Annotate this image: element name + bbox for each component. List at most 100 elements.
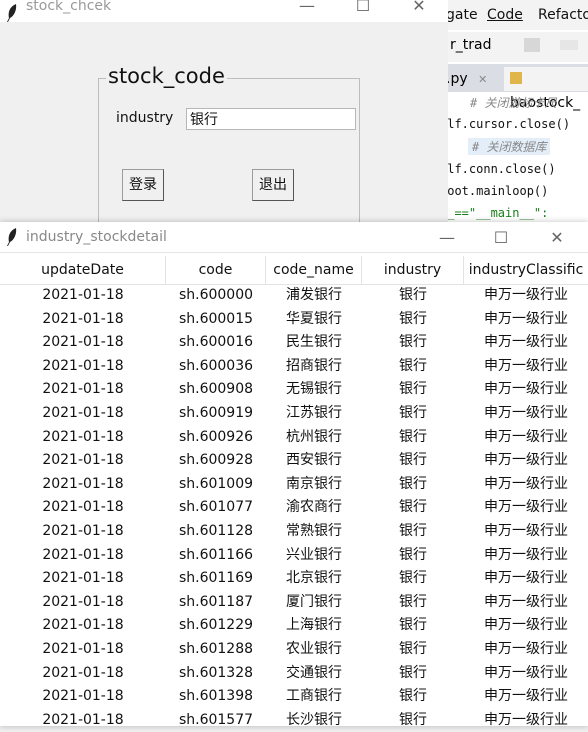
table-cell: 招商银行 [286, 357, 342, 374]
table-cell: 厦门银行 [286, 593, 342, 610]
table-cell: 申万一级行业 [484, 287, 568, 303]
table-cell: 银行 [399, 357, 427, 374]
table-cell: 2021-01-18 [42, 405, 124, 421]
ide-tabs: .py ✕ baostock_ [440, 64, 588, 111]
table-cell: sh.601328 [178, 664, 254, 681]
column-header-industry[interactable]: industry [362, 256, 464, 284]
table-row[interactable]: 2021-01-18 sh.600919 江苏银行 银行 申万一级行业 [0, 402, 588, 426]
table-cell: 申万一级行业 [484, 334, 568, 351]
minimize-button[interactable]: — [436, 228, 458, 247]
table-cell: sh.601077 [178, 499, 254, 516]
tab-py-file[interactable]: .py ✕ [446, 67, 487, 91]
table-cell: 申万一级行业 [484, 617, 568, 634]
table-cell: 2021-01-18 [42, 452, 124, 469]
table-cell: 2021-01-18 [42, 664, 124, 681]
table-cell: 银行 [399, 334, 427, 351]
table-row[interactable]: 2021-01-18 sh.600015 华夏银行 银行 申万一级行业 [0, 308, 588, 332]
table-row[interactable]: 2021-01-18 sh.600928 西安银行 银行 申万一级行业 [0, 449, 588, 473]
table-cell: 银行 [399, 617, 427, 634]
table-cell: 申万一级行业 [484, 475, 568, 492]
table-cell: 2021-01-18 [42, 499, 124, 516]
code-line: __=="__main__": [440, 206, 549, 220]
ide-toolbar: r_trad [440, 32, 588, 62]
toolbar-icon[interactable] [560, 40, 578, 50]
stock-code-group [98, 78, 360, 229]
table-row[interactable]: 2021-01-18 sh.601009 南京银行 银行 申万一级行业 [0, 473, 588, 497]
close-button[interactable]: ✕ [546, 228, 568, 247]
table-cell: 常熟银行 [286, 523, 342, 539]
table-cell: sh.600926 [178, 428, 254, 445]
industry-input[interactable] [186, 108, 356, 130]
column-header-updatedate[interactable]: updateDate [0, 256, 166, 284]
table-cell: 2021-01-18 [42, 381, 124, 398]
table-cell: 2021-01-18 [42, 570, 124, 587]
table-row[interactable]: 2021-01-18 sh.601229 上海银行 银行 申万一级行业 [0, 614, 588, 638]
table-row[interactable]: 2021-01-18 sh.600036 招商银行 银行 申万一级行业 [0, 355, 588, 379]
table-cell: 银行 [399, 711, 427, 728]
table-cell: 渝农商行 [286, 499, 342, 516]
table-cell: 申万一级行业 [484, 405, 568, 421]
table-cell: sh.601166 [178, 546, 254, 563]
table-cell: 银行 [399, 428, 427, 445]
table-row[interactable]: 2021-01-18 sh.600016 民生银行 银行 申万一级行业 [0, 331, 588, 355]
table-cell: 2021-01-18 [42, 475, 124, 492]
ide-menubar: gate Code Refacto [440, 0, 588, 30]
table-cell: 银行 [399, 475, 427, 492]
table-cell: 江苏银行 [286, 405, 342, 421]
table-cell: 银行 [399, 664, 427, 681]
tab-baostock[interactable]: baostock_ [504, 67, 588, 111]
table-row[interactable]: 2021-01-18 sh.601577 长沙银行 银行 申万一级行业 [0, 709, 588, 732]
column-header-code-name[interactable]: code_name [266, 256, 362, 284]
column-header-industry-classification[interactable]: industryClassific [464, 256, 588, 284]
table-cell: 申万一级行业 [484, 310, 568, 327]
table-cell: 2021-01-18 [42, 593, 124, 610]
table-cell: 银行 [399, 688, 427, 705]
stock-check-window: stock_chcek — ☐ ✕ stock_code industry 登录… [0, 0, 448, 229]
table-row[interactable]: 2021-01-18 sh.600926 杭州银行 银行 申万一级行业 [0, 426, 588, 450]
table-cell: sh.600000 [178, 287, 254, 303]
menu-code[interactable]: Code [487, 7, 523, 23]
table-cell: 申万一级行业 [484, 357, 568, 374]
table-row[interactable]: 2021-01-18 sh.601169 北京银行 银行 申万一级行业 [0, 567, 588, 591]
close-button[interactable]: ✕ [408, 0, 430, 15]
login-button[interactable]: 登录 [122, 169, 164, 201]
title-bar: stock_chcek — ☐ ✕ [0, 0, 448, 22]
table-cell: 工商银行 [286, 688, 342, 705]
table-cell: 2021-01-18 [42, 641, 124, 657]
table-cell: 2021-01-18 [42, 334, 124, 351]
code-editor[interactable]: # 关闭游标卡尺 elf.cursor.close() # 关闭数据库 elf.… [440, 92, 588, 230]
maximize-button[interactable]: ☐ [352, 0, 374, 15]
table-cell: 2021-01-18 [42, 617, 124, 634]
table-row[interactable]: 2021-01-18 sh.600908 无锡银行 银行 申万一级行业 [0, 378, 588, 402]
table-row[interactable]: 2021-01-18 sh.601166 兴业银行 银行 申万一级行业 [0, 544, 588, 568]
toolbar-icon[interactable] [524, 38, 540, 52]
menu-refactor[interactable]: Refacto [538, 7, 588, 23]
table-cell: 兴业银行 [286, 546, 342, 563]
table-row[interactable]: 2021-01-18 sh.601077 渝农商行 银行 申万一级行业 [0, 496, 588, 520]
table-row[interactable]: 2021-01-18 sh.601398 工商银行 银行 申万一级行业 [0, 685, 588, 709]
close-icon[interactable]: ✕ [478, 73, 487, 86]
exit-button[interactable]: 退出 [252, 169, 294, 201]
minimize-button[interactable]: — [296, 0, 318, 15]
table-row[interactable]: 2021-01-18 sh.600000 浦发银行 银行 申万一级行业 [0, 284, 588, 308]
column-header-code[interactable]: code [166, 256, 266, 284]
table-cell: 申万一级行业 [484, 523, 568, 539]
table-cell: 2021-01-18 [42, 357, 124, 374]
table-row[interactable]: 2021-01-18 sh.601187 厦门银行 银行 申万一级行业 [0, 591, 588, 615]
table-row[interactable]: 2021-01-18 sh.601128 常熟银行 银行 申万一级行业 [0, 520, 588, 544]
table-row[interactable]: 2021-01-18 sh.601288 农业银行 银行 申万一级行业 [0, 638, 588, 662]
table-cell: 杭州银行 [286, 428, 342, 445]
maximize-button[interactable]: ☐ [490, 228, 512, 247]
code-line: # 关闭游标卡尺 [470, 96, 557, 110]
table-row[interactable]: 2021-01-18 sh.601328 交通银行 银行 申万一级行业 [0, 662, 588, 686]
window-title: stock_chcek [26, 0, 112, 14]
table-cell: 2021-01-18 [42, 711, 124, 728]
table-cell: 2021-01-18 [42, 287, 124, 303]
menu-navigate[interactable]: gate [446, 7, 478, 23]
code-line: root.mainloop() [440, 184, 549, 198]
table-cell: sh.601187 [178, 593, 254, 610]
table-cell: 申万一级行业 [484, 688, 568, 705]
code-line: elf.conn.close() [440, 162, 556, 176]
table-cell: 无锡银行 [286, 381, 342, 398]
table-cell: 银行 [399, 405, 427, 421]
